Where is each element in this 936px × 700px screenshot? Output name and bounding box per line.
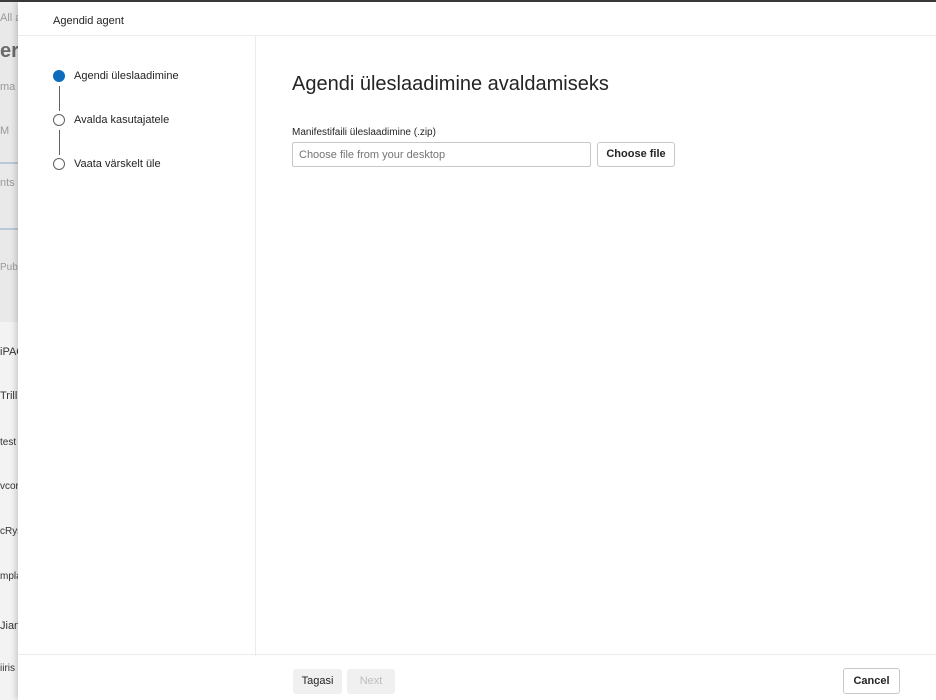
background-item: Trill: [0, 390, 18, 402]
next-button[interactable]: Next: [347, 669, 395, 694]
panel-footer: Tagasi Next Cancel: [18, 654, 936, 700]
step-pending-dot-icon: [53, 114, 65, 126]
step-label: Avalda kasutajatele: [74, 114, 170, 126]
wizard-stepper: Agendi üleslaadimine Avalda kasutajatele…: [18, 36, 256, 656]
background-item: vcor: [0, 481, 19, 492]
background-item: Pub: [0, 262, 18, 273]
background-item: ma: [0, 81, 16, 93]
upload-agent-panel: Agendid agent Agendi üleslaadimine Avald…: [18, 2, 936, 700]
background-item: test: [0, 437, 17, 448]
choose-file-button[interactable]: Choose file: [597, 142, 675, 167]
manifest-upload-label: Manifestifaili üleslaadimine (.zip): [292, 127, 436, 138]
step-active-dot-icon: [53, 70, 65, 82]
panel-title: Agendid agent: [53, 15, 124, 27]
background-item: M: [0, 125, 10, 137]
panel-header: Agendid agent: [18, 2, 936, 36]
manifest-file-input[interactable]: Choose file from your desktop: [292, 142, 591, 167]
step-connector: [59, 86, 60, 111]
back-button[interactable]: Tagasi: [293, 669, 342, 694]
step-connector: [59, 130, 60, 155]
background-item: iiris: [0, 663, 15, 674]
cancel-button[interactable]: Cancel: [843, 668, 900, 694]
step-pending-dot-icon: [53, 158, 65, 170]
page-title: Agendi üleslaadimine avaldamiseks: [292, 73, 609, 95]
step-label: Vaata värskelt üle: [74, 158, 161, 170]
background-item: er: [0, 40, 19, 62]
step-label: Agendi üleslaadimine: [74, 70, 179, 82]
